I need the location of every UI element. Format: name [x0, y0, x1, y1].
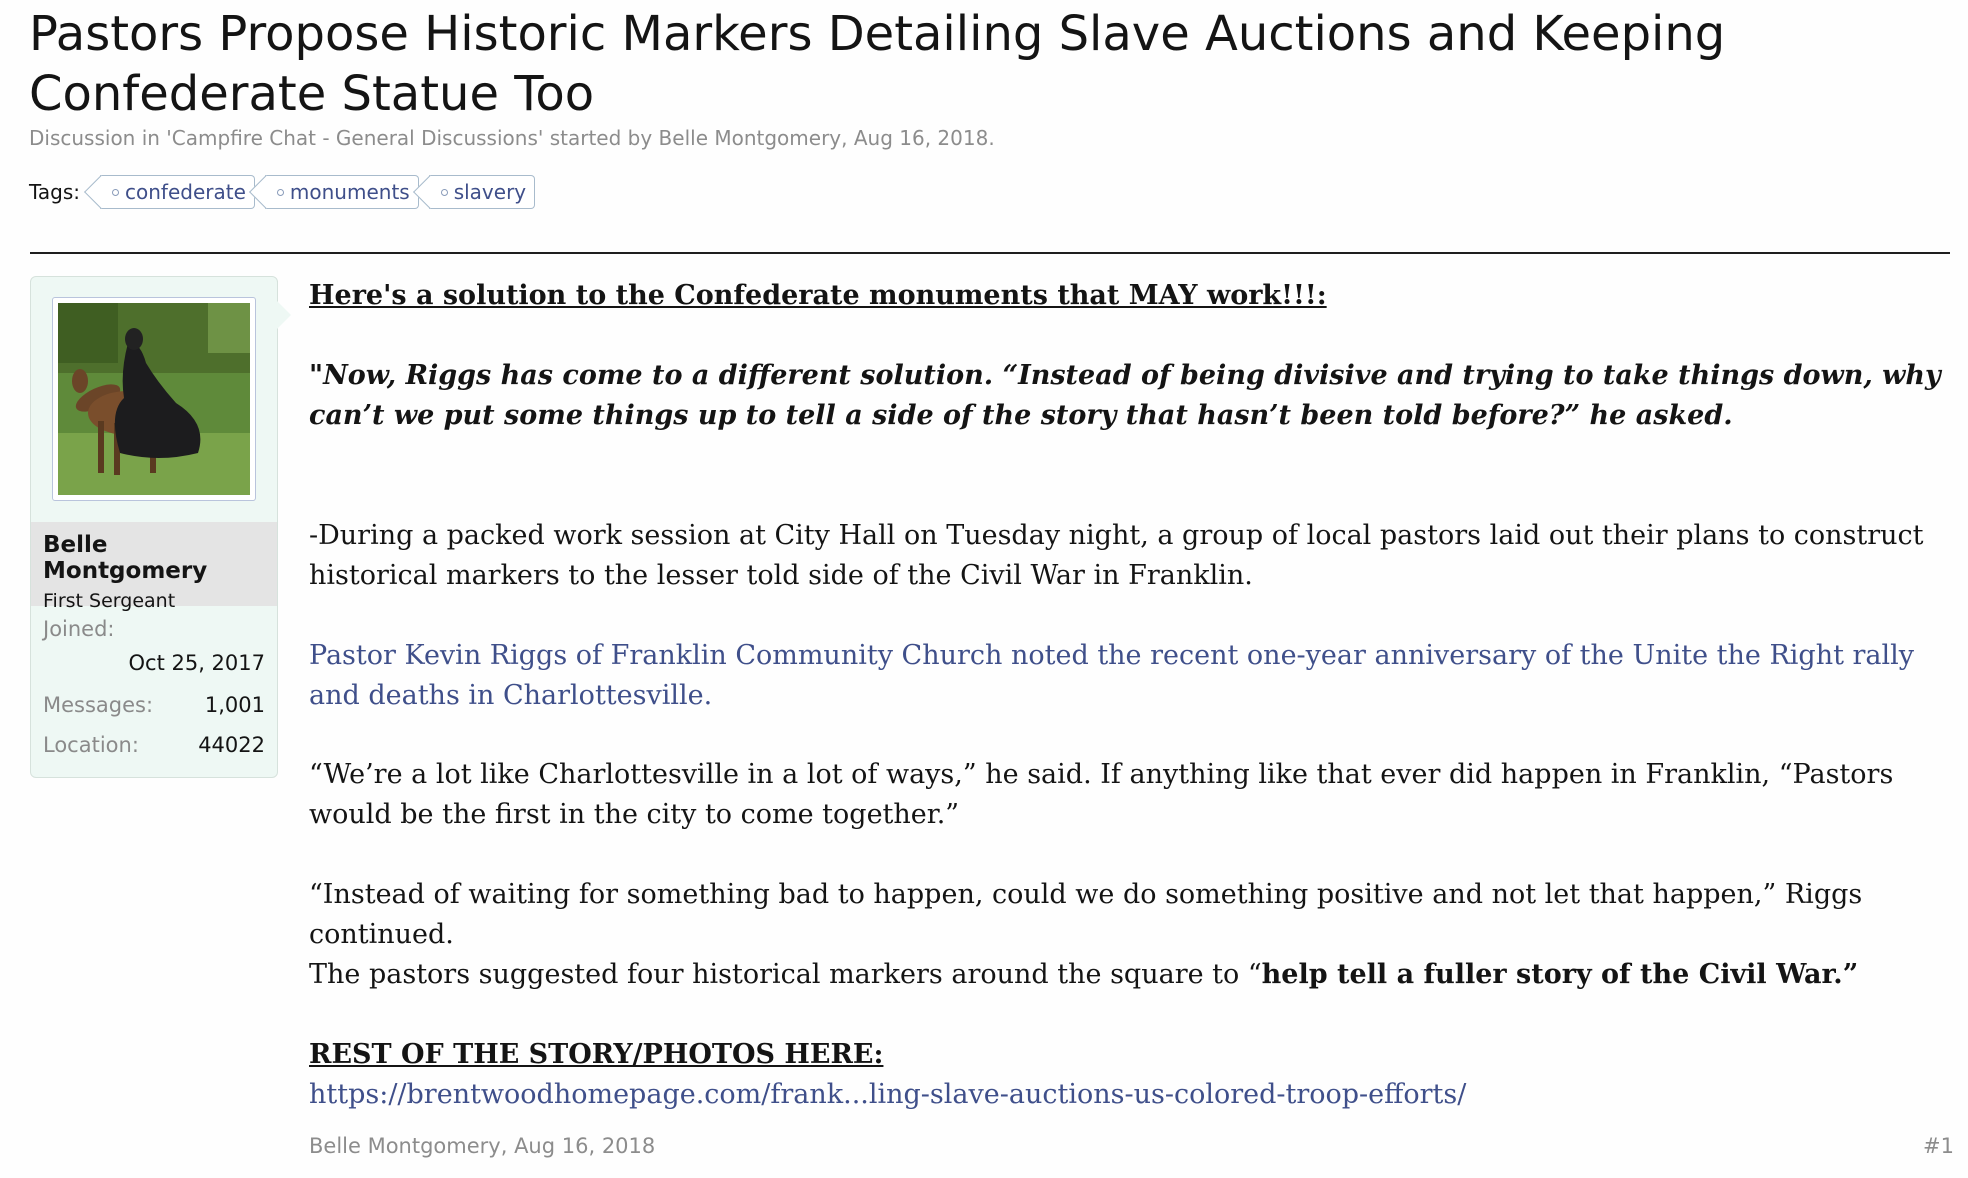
header-divider — [30, 252, 1950, 254]
messages-label: Messages: — [43, 693, 154, 717]
location-row: Location: 44022 — [43, 733, 265, 757]
tag-hole-icon — [276, 188, 284, 196]
post-blue-paragraph: Pastor Kevin Riggs of Franklin Community… — [309, 640, 1915, 711]
pastors-prefix: The pastors suggested four historical ma… — [309, 959, 1262, 990]
tag-monuments[interactable]: monuments — [264, 175, 419, 209]
tag-hole-icon — [112, 188, 120, 196]
rest-label-text: REST OF THE STORY/PHOTOS HERE — [309, 1039, 874, 1070]
post-instead-paragraph: “Instead of waiting for something bad to… — [309, 879, 1863, 950]
user-name-block: Belle Montgomery First Sergeant — [31, 522, 277, 612]
joined-label: Joined: — [43, 617, 115, 641]
joined-value: Oct 25, 2017 — [128, 651, 266, 675]
tags-label: Tags: — [29, 180, 81, 204]
post-intro: -During a packed work session at City Ha… — [309, 520, 1924, 591]
tag-confederate[interactable]: confederate — [100, 175, 255, 209]
post-number[interactable]: #1 — [1923, 1134, 1954, 1158]
avatar-rider-on-horse-icon — [58, 303, 250, 495]
rest-label-colon: : — [873, 1039, 884, 1070]
tag-label: slavery — [453, 180, 527, 204]
messages-row: Messages: 1,001 — [43, 693, 265, 717]
post-pastors-paragraph: The pastors suggested four historical ma… — [309, 955, 1954, 995]
tags-row: Tags: confederate monuments slavery — [29, 174, 536, 210]
post-quote: "Now, Riggs has come to a different solu… — [309, 360, 1941, 431]
user-title: First Sergeant — [43, 590, 176, 612]
location-value[interactable]: 44022 — [198, 733, 265, 757]
tag-hole-icon — [440, 188, 448, 196]
post-footer: Belle Montgomery, Aug 16, 2018 #1 — [309, 1134, 1954, 1158]
thread-title: Pastors Propose Historic Markers Detaili… — [29, 6, 1726, 122]
thread-meta: Discussion in 'Campfire Chat - General D… — [29, 126, 995, 150]
post-quote-charlottesville: “We’re a lot like Charlottesville in a l… — [309, 759, 1894, 830]
pastors-bold: help tell a fuller story of the Civil Wa… — [1261, 959, 1859, 990]
messages-value[interactable]: 1,001 — [205, 693, 265, 717]
user-card: Belle Montgomery First Sergeant Joined: … — [30, 276, 291, 778]
avatar[interactable] — [52, 297, 256, 501]
story-link[interactable]: https://brentwoodhomepage.com/frank...li… — [309, 1075, 1466, 1115]
footer-date[interactable]: , Aug 16, 2018 — [501, 1134, 656, 1158]
tag-label: confederate — [125, 180, 246, 204]
location-label: Location: — [43, 733, 139, 757]
post-heading: Here's a solution to the Confederate mon… — [309, 280, 1327, 311]
tag-label: monuments — [289, 180, 410, 204]
tag-slavery[interactable]: slavery — [428, 175, 536, 209]
footer-author[interactable]: Belle Montgomery — [309, 1134, 501, 1158]
user-name[interactable]: Belle Montgomery — [43, 532, 265, 584]
rest-of-story-label: REST OF THE STORY/PHOTOS HERE: — [309, 1035, 883, 1075]
